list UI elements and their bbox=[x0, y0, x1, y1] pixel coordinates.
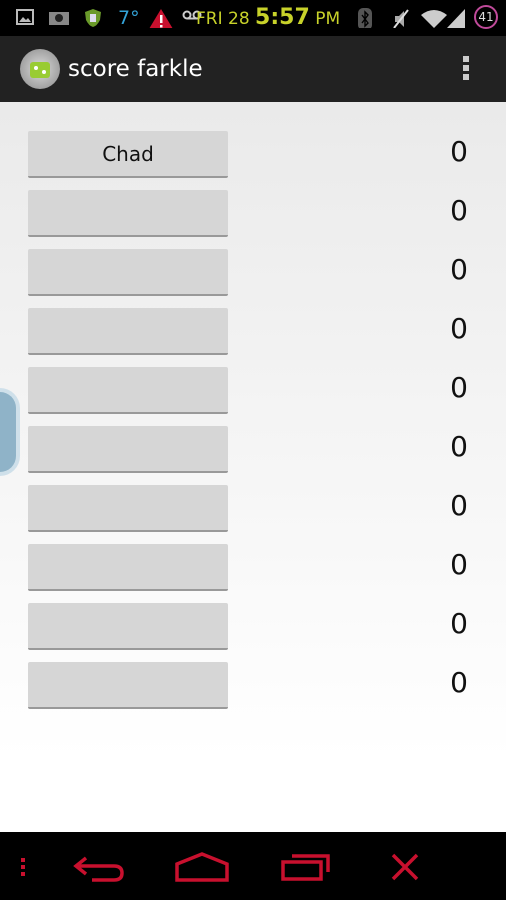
player-row: 0 bbox=[28, 367, 478, 414]
player-score: 0 bbox=[450, 371, 468, 404]
player-score: 0 bbox=[450, 607, 468, 640]
player-score: 0 bbox=[450, 548, 468, 581]
player-name-button[interactable] bbox=[28, 308, 228, 355]
player-score: 0 bbox=[450, 489, 468, 522]
shield-battery-icon bbox=[85, 9, 101, 27]
clock: FRI 28 5:57 PM bbox=[196, 5, 341, 30]
status-bar: 7° FRI 28 5:57 PM 41 bbox=[0, 0, 506, 36]
floating-widget[interactable] bbox=[0, 388, 20, 476]
navigation-bar bbox=[0, 832, 506, 900]
battery-level: 41 bbox=[478, 10, 494, 24]
player-row: 0 bbox=[28, 603, 478, 650]
wifi-icon bbox=[421, 10, 447, 28]
bluetooth-icon bbox=[358, 8, 372, 28]
player-row: 0 bbox=[28, 190, 478, 237]
player-score: 0 bbox=[450, 430, 468, 463]
player-score: 0 bbox=[450, 666, 468, 699]
player-row: 0 bbox=[28, 485, 478, 532]
recents-icon[interactable] bbox=[280, 850, 332, 882]
app-title: score farkle bbox=[68, 56, 203, 82]
player-name-button[interactable] bbox=[28, 190, 228, 237]
player-row: 0 bbox=[28, 544, 478, 591]
player-name-button[interactable] bbox=[28, 426, 228, 473]
player-name-button[interactable] bbox=[28, 367, 228, 414]
action-bar: score farkle bbox=[0, 36, 506, 102]
player-score: 0 bbox=[450, 194, 468, 227]
player-name-button[interactable] bbox=[28, 603, 228, 650]
menu-icon[interactable] bbox=[18, 856, 28, 878]
gallery-icon bbox=[16, 9, 34, 25]
player-row: 0 bbox=[28, 426, 478, 473]
signal-icon bbox=[447, 9, 465, 28]
player-score: 0 bbox=[450, 135, 468, 168]
home-icon[interactable] bbox=[174, 852, 230, 882]
app-icon[interactable] bbox=[20, 49, 60, 89]
player-name-button[interactable]: Chad bbox=[28, 131, 228, 178]
overflow-menu-button[interactable] bbox=[458, 54, 474, 84]
mute-icon bbox=[393, 9, 409, 28]
player-name-button[interactable] bbox=[28, 485, 228, 532]
battery-icon: 41 bbox=[474, 5, 498, 29]
warning-icon bbox=[149, 9, 173, 28]
player-row: Chad 0 bbox=[28, 131, 478, 178]
player-score: 0 bbox=[450, 312, 468, 345]
player-score: 0 bbox=[450, 253, 468, 286]
camera-icon bbox=[49, 12, 69, 25]
close-icon[interactable] bbox=[390, 852, 420, 882]
player-row: 0 bbox=[28, 308, 478, 355]
player-row: 0 bbox=[28, 249, 478, 296]
player-name-button[interactable] bbox=[28, 249, 228, 296]
player-row: 0 bbox=[28, 662, 478, 709]
back-icon[interactable] bbox=[72, 854, 126, 882]
weather-temperature: 7° bbox=[118, 7, 140, 29]
player-name-button[interactable] bbox=[28, 662, 228, 709]
android-dice-icon bbox=[30, 62, 50, 78]
player-name-button[interactable] bbox=[28, 544, 228, 591]
